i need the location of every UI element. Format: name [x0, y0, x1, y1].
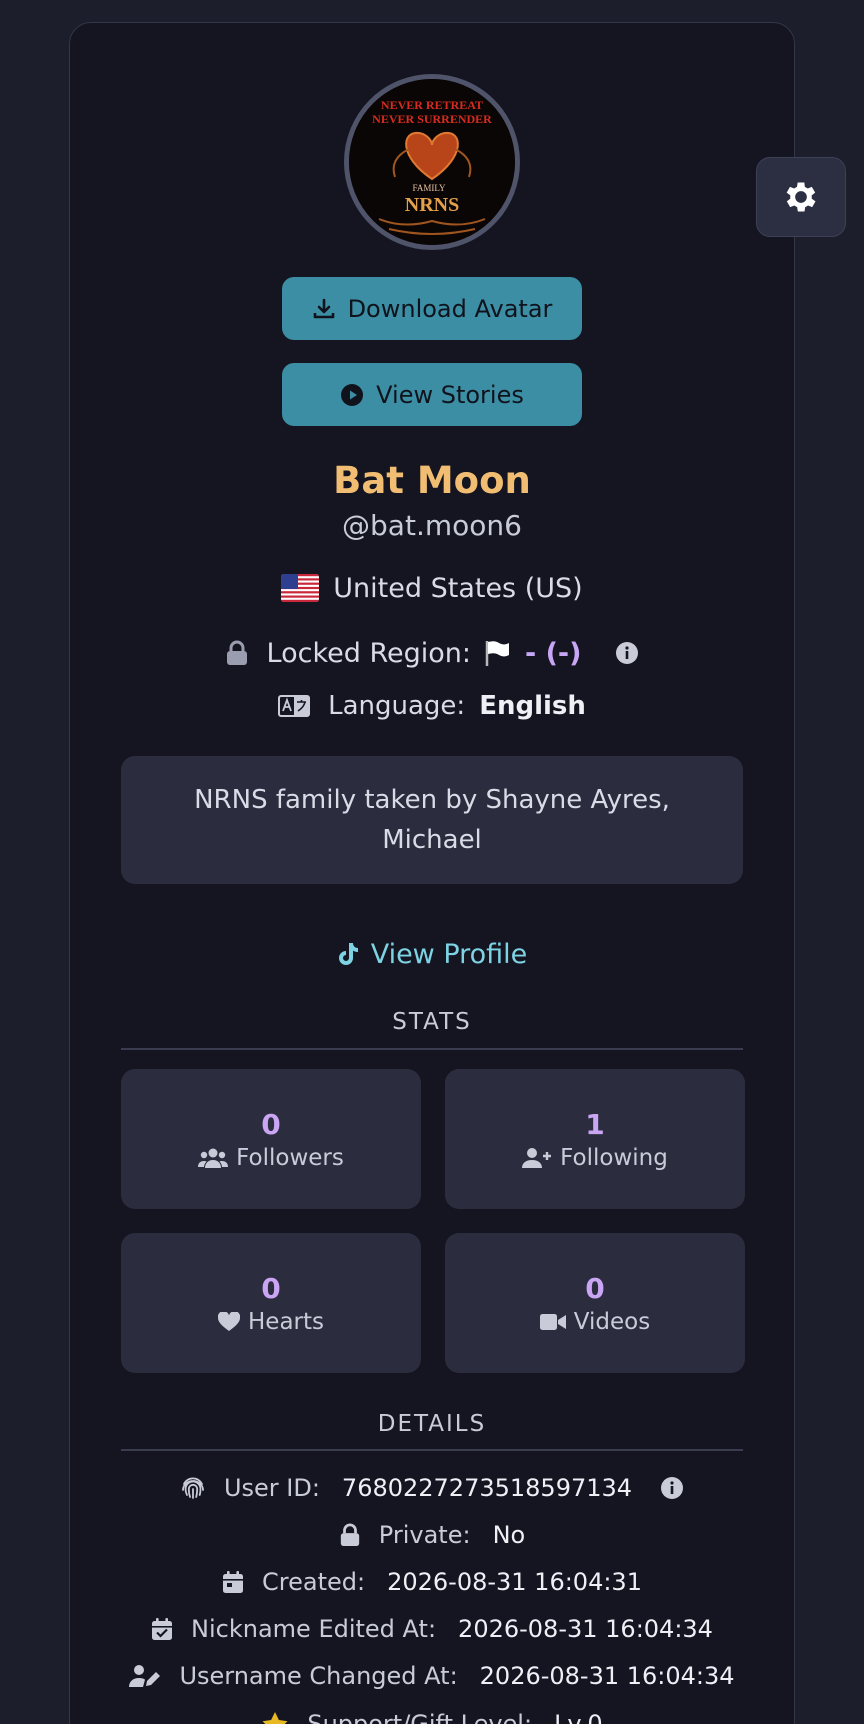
lock-icon [340, 1523, 359, 1546]
detail-username-changed: Username Changed At: 2026-08-31 16:04:34 [69, 1656, 795, 1696]
info-icon[interactable] [660, 1476, 684, 1500]
username-changed-label: Username Changed At: [179, 1662, 458, 1690]
us-flag-icon [281, 574, 320, 602]
calendar-check-icon [152, 1618, 173, 1640]
view-stories-button[interactable]: View Stories [282, 363, 582, 426]
lock-icon [226, 640, 247, 665]
gear-icon [786, 182, 816, 212]
display-name: Bat Moon [333, 458, 531, 502]
following-count: 1 [585, 1108, 605, 1141]
avatar: NEVER RETREAT NEVER SURRENDER FAMILY NRN… [344, 74, 520, 250]
tiktok-icon [338, 943, 358, 965]
language-icon [278, 695, 311, 717]
user-pen-icon [129, 1665, 161, 1687]
detail-private: Private: No [69, 1515, 795, 1555]
details-heading: DETAILS [377, 1411, 487, 1437]
bio-text: NRNS family taken by Shayne Ayres, Micha… [194, 785, 670, 855]
video-icon [539, 1314, 566, 1330]
avatar-brand: NRNS [405, 194, 459, 216]
language-label: Language: [328, 691, 466, 721]
language-row: Language: English [69, 686, 795, 726]
bio: NRNS family taken by Shayne Ayres, Micha… [121, 756, 743, 884]
locked-region-value: - (-) [524, 637, 582, 669]
hearts-label: Hearts [248, 1309, 324, 1335]
user-id-value: 7680227273518597134 [341, 1474, 633, 1502]
stat-followers: 0 Followers [121, 1069, 421, 1209]
info-icon[interactable] [615, 641, 639, 665]
user-id-label: User ID: [223, 1474, 320, 1502]
download-icon [313, 298, 334, 318]
heart-icon [218, 1312, 240, 1331]
view-stories-label: View Stories [376, 380, 524, 409]
followers-count: 0 [261, 1108, 281, 1141]
users-icon [198, 1148, 229, 1168]
view-profile-label: View Profile [370, 938, 528, 970]
white-flag-icon [485, 641, 509, 666]
support-level-value: Lv.0 [554, 1710, 603, 1724]
stat-videos: 0 Videos [445, 1233, 745, 1373]
following-label: Following [560, 1145, 668, 1171]
support-level-label: Support/Gift Level: [307, 1710, 533, 1724]
avatar-line1: NEVER RETREAT [381, 98, 483, 112]
nickname-edited-value: 2026-08-31 16:04:34 [458, 1615, 713, 1643]
download-avatar-button[interactable]: Download Avatar [282, 277, 582, 340]
play-circle-icon [341, 383, 364, 406]
private-value: No [492, 1521, 526, 1549]
followers-label: Followers [236, 1145, 344, 1171]
star-icon [262, 1712, 288, 1724]
language-value: English [479, 691, 586, 721]
detail-created: Created: 2026-08-31 16:04:31 [69, 1562, 795, 1602]
locked-region-row: Locked Region: - (-) [69, 632, 795, 674]
stat-following: 1 Following [445, 1069, 745, 1209]
detail-nickname-edited: Nickname Edited At: 2026-08-31 16:04:34 [69, 1609, 795, 1649]
detail-user-id: User ID: 7680227273518597134 [69, 1468, 795, 1508]
created-value: 2026-08-31 16:04:31 [387, 1568, 642, 1596]
videos-count: 0 [585, 1272, 605, 1305]
user-plus-icon [522, 1148, 552, 1168]
stats-divider [121, 1048, 743, 1050]
videos-label: Videos [573, 1309, 651, 1335]
detail-support-level: Support/Gift Level: Lv.0 [69, 1704, 795, 1724]
view-profile-link[interactable]: View Profile [69, 934, 795, 974]
hearts-count: 0 [261, 1272, 281, 1305]
stats-heading: STATS [392, 1009, 472, 1035]
fingerprint-icon [182, 1477, 204, 1499]
download-avatar-label: Download Avatar [347, 294, 553, 323]
username-changed-value: 2026-08-31 16:04:34 [479, 1662, 735, 1690]
avatar-family: FAMILY [413, 183, 446, 193]
avatar-line2: NEVER SURRENDER [372, 112, 492, 126]
details-divider [121, 1449, 743, 1451]
private-label: Private: [378, 1521, 471, 1549]
locked-region-label: Locked Region: [266, 637, 471, 669]
username: @bat.moon6 [342, 508, 522, 542]
calendar-icon [223, 1571, 243, 1593]
country-label: United States (US) [333, 572, 583, 604]
settings-button[interactable] [756, 157, 846, 237]
nickname-edited-label: Nickname Edited At: [191, 1615, 437, 1643]
stat-hearts: 0 Hearts [121, 1233, 421, 1373]
country-row: United States (US) [69, 567, 795, 609]
created-label: Created: [262, 1568, 366, 1596]
